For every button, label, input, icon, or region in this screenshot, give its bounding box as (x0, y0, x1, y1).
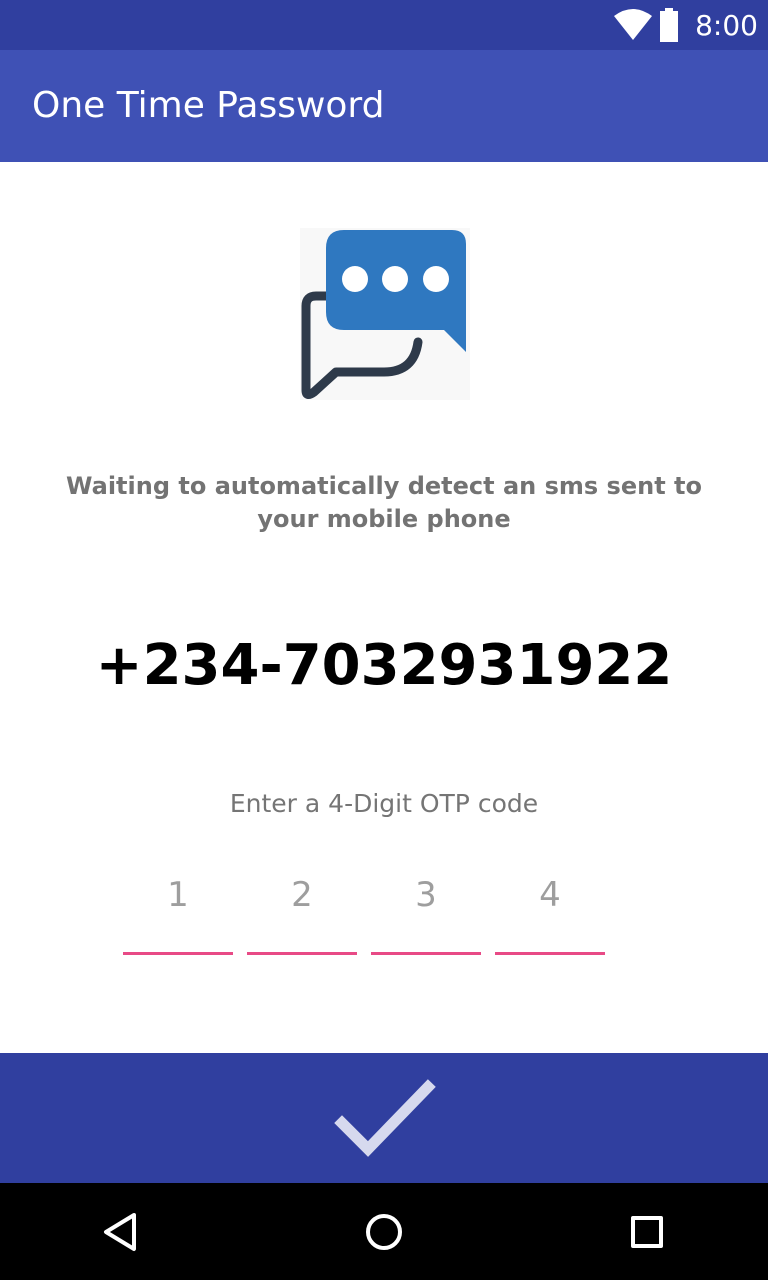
otp-digit-4-field[interactable]: 4 (495, 866, 605, 955)
recents-icon[interactable] (622, 1207, 672, 1257)
otp-digit-1-placeholder: 1 (167, 875, 189, 915)
otp-digit-3-field[interactable]: 3 (371, 866, 481, 955)
status-icons (614, 8, 678, 42)
wifi-icon (614, 9, 652, 40)
system-nav-bar (0, 1183, 768, 1280)
check-icon (334, 1079, 436, 1157)
home-icon[interactable] (359, 1207, 409, 1257)
otp-label: Enter a 4-Digit OTP code (229, 789, 539, 818)
battery-icon (660, 8, 678, 42)
otp-digit-1-field[interactable]: 1 (123, 866, 233, 955)
otp-digit-3-placeholder: 3 (415, 875, 437, 915)
page-title: One Time Password (32, 85, 385, 126)
submit-button[interactable] (0, 1053, 768, 1183)
status-time: 8:00 (695, 9, 758, 42)
otp-digit-2-field[interactable]: 2 (247, 866, 357, 955)
app-bar: One Time Password (0, 50, 768, 162)
otp-digit-4-placeholder: 4 (539, 875, 561, 915)
back-icon[interactable] (96, 1207, 146, 1257)
otp-digit-2-placeholder: 2 (291, 875, 313, 915)
waiting-message: Waiting to automatically detect an sms s… (66, 472, 702, 533)
chat-bubbles-icon (300, 228, 470, 400)
otp-input-group: 1 2 3 4 (123, 866, 613, 956)
phone-number: +234-7032931922 (95, 633, 673, 698)
status-bar: 8:00 (0, 0, 768, 50)
